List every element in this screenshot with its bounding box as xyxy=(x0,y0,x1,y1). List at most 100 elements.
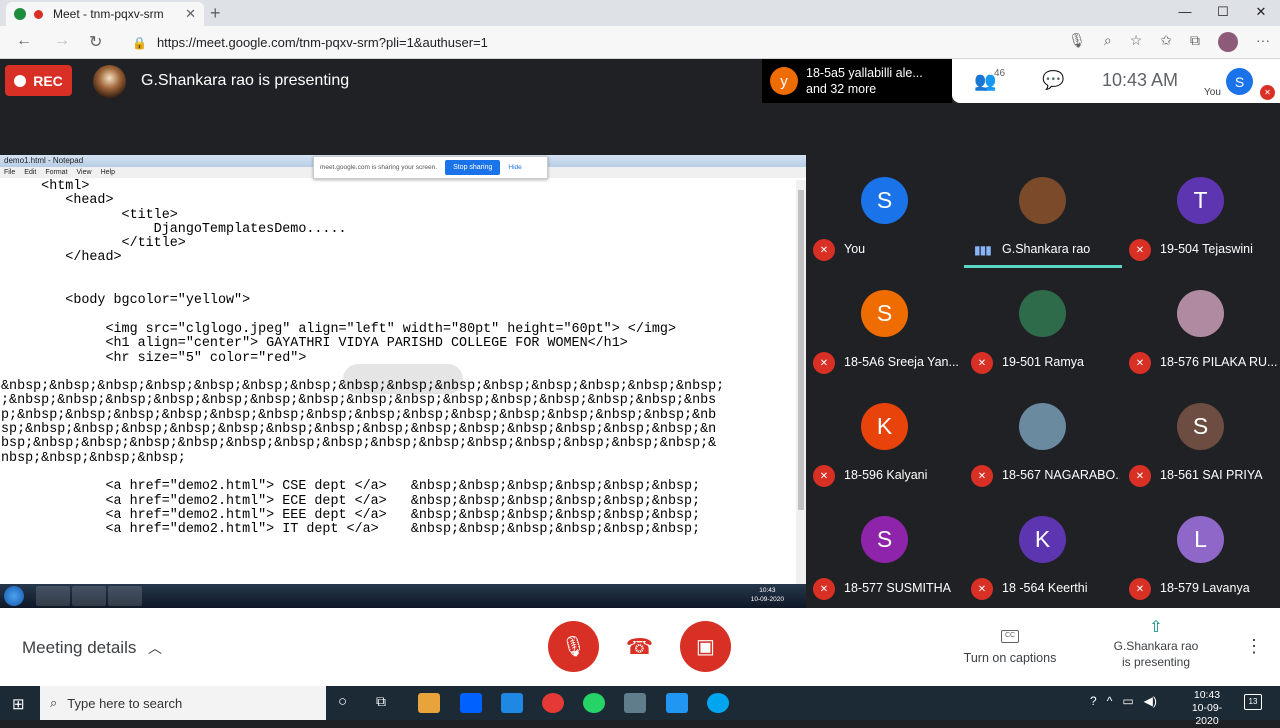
windows-start-icon[interactable]: ⊞ xyxy=(12,695,25,713)
participant-name: 18-5A6 Sreeja Yan... xyxy=(844,355,959,369)
join-text: 18-5a5 yallabilli ale... and 32 more xyxy=(806,65,923,97)
join-notification[interactable]: y 18-5a5 yallabilli ale... and 32 more xyxy=(762,59,952,103)
recording-badge[interactable]: REC xyxy=(5,65,72,96)
maximize-icon[interactable]: ☐ xyxy=(1204,0,1242,26)
camera-toggle-button[interactable]: ▣ xyxy=(680,621,731,672)
participant-tile[interactable]: K ✕ 18-596 Kalyani xyxy=(806,381,964,494)
meeting-details-button[interactable]: Meeting details xyxy=(22,638,136,658)
participant-tile[interactable]: ✕ 18-567 NAGARABO... xyxy=(964,381,1122,494)
captions-icon: CC xyxy=(1001,630,1019,643)
media-icon[interactable] xyxy=(624,693,646,713)
leave-call-button[interactable]: ☎ xyxy=(614,621,665,672)
shared-clock: 10:43 10-09-2020 xyxy=(751,586,784,604)
close-tab-icon[interactable]: ✕ xyxy=(185,6,196,22)
address-bar-row: ← → ↻ 🔒 https://meet.google.com/tnm-pqxv… xyxy=(0,26,1280,59)
presenting-status: G.Shankara rao is presenting xyxy=(141,72,350,89)
browser-tab[interactable]: Meet - tnm-pqxv-srm ✕ xyxy=(6,2,204,26)
participant-name: 18-567 NAGARABO... xyxy=(1002,468,1120,482)
participant-avatar: S xyxy=(1177,403,1224,450)
cortana-icon[interactable]: ○ xyxy=(338,693,360,713)
notifications-icon[interactable]: 13 xyxy=(1244,694,1262,710)
participant-tile[interactable]: S ✕ 18-577 SUSMITHA xyxy=(806,494,964,607)
volume-icon[interactable]: ◀) xyxy=(1144,694,1157,708)
url-field[interactable]: 🔒 https://meet.google.com/tnm-pqxv-srm?p… xyxy=(120,30,1120,55)
collections-icon[interactable]: ⧉ xyxy=(1190,32,1200,52)
menu-file: File xyxy=(4,169,16,176)
close-window-icon[interactable]: ✕ xyxy=(1242,0,1280,26)
code-line: <title> xyxy=(1,207,178,223)
forward-icon[interactable]: → xyxy=(54,32,70,50)
zoom-icon[interactable]: ⌕ xyxy=(1104,32,1112,52)
favorites-icon[interactable]: ✩ xyxy=(1160,32,1172,52)
chat-icon[interactable]: 💬 xyxy=(1042,70,1064,91)
participant-tile[interactable]: ▮▮▮ G.Shankara rao xyxy=(964,155,1122,268)
presentation-overlay xyxy=(343,364,463,394)
shared-time: 10:43 xyxy=(759,587,776,594)
participant-name: 19-501 Ramya xyxy=(1002,355,1084,369)
participant-tile[interactable]: S ✕ 18-5A6 Sreeja Yan... xyxy=(806,268,964,381)
taskbar-chrome-icon xyxy=(36,586,70,606)
participant-avatar: K xyxy=(861,403,908,450)
join-avatar: y xyxy=(770,67,798,95)
participant-name: 18-576 PILAKA RU... xyxy=(1160,355,1278,369)
refresh-icon[interactable]: ↻ xyxy=(89,32,102,52)
participant-tile[interactable]: S ✕ 18-561 SAI PRIYA xyxy=(1122,381,1280,494)
profile-avatar[interactable] xyxy=(1218,32,1238,52)
dropbox-icon[interactable] xyxy=(460,693,482,713)
system-tray: ? ^ ▭ ◀) xyxy=(1090,694,1157,708)
mic-toggle-button[interactable]: 🎙 xyxy=(548,621,599,672)
code-line: sp;&nbsp;&nbsp;&nbsp;&nbsp;&nbsp;&nbsp;&… xyxy=(1,422,717,438)
participant-tile[interactable]: T ✕ 19-504 Tejaswini xyxy=(1122,155,1280,268)
participant-tile[interactable]: S ✕ You xyxy=(806,155,964,268)
participant-tile[interactable]: ✕ 18-576 PILAKA RU... xyxy=(1122,268,1280,381)
windows-date: 10-09-2020 xyxy=(1191,702,1223,727)
taskbar-search[interactable]: ⌕ Type here to search xyxy=(40,686,326,720)
lock-icon[interactable]: 🔒 xyxy=(132,36,147,50)
participant-avatar: K xyxy=(1019,516,1066,563)
edge-icon[interactable] xyxy=(707,693,729,713)
more-options-icon[interactable]: ⋮ xyxy=(1245,636,1263,657)
menu-format: Format xyxy=(45,169,68,176)
participant-tile[interactable]: ✕ 19-501 Ramya xyxy=(964,268,1122,381)
help-icon[interactable]: ? xyxy=(1090,694,1097,708)
code-line: <body bgcolor="yellow"> xyxy=(1,293,251,309)
meet-top-bar: REC G.Shankara rao is presenting y 18-5a… xyxy=(0,59,1280,155)
mail-icon[interactable] xyxy=(666,693,688,713)
task-view-icon[interactable]: ⧉ xyxy=(376,693,398,713)
back-icon[interactable]: ← xyxy=(16,32,32,50)
mic-off-icon: ✕ xyxy=(813,239,835,261)
captions-button[interactable]: CC Turn on captions xyxy=(960,626,1060,665)
people-count: 46 xyxy=(994,68,1006,79)
settings-more-icon[interactable]: ··· xyxy=(1256,32,1270,52)
code-line: <h1 align="center"> GAYATHRI VIDYA PARIS… xyxy=(1,336,628,352)
participant-name: 18-561 SAI PRIYA xyxy=(1160,468,1263,482)
store-icon[interactable] xyxy=(418,693,440,713)
meet-info-bar: 👥 46 💬 10:43 AM S You ✕ xyxy=(952,59,1280,103)
participant-tile[interactable]: L ✕ 18-579 Lavanya xyxy=(1122,494,1280,607)
minimize-icon[interactable]: — xyxy=(1166,0,1204,26)
app-blue-icon[interactable] xyxy=(501,693,523,713)
participant-name: 18-596 Kalyani xyxy=(844,468,928,482)
chevron-up-icon[interactable]: ︿ xyxy=(148,638,162,658)
self-avatar[interactable]: S xyxy=(1226,68,1253,95)
code-line: <head> xyxy=(1,193,114,209)
windows-clock[interactable]: 10:43 10-09-2020 xyxy=(1182,689,1232,728)
whatsapp-icon[interactable] xyxy=(583,693,605,713)
sharing-notice-text: meet.google.com is sharing your screen. xyxy=(320,164,438,171)
participant-avatar xyxy=(1019,290,1066,337)
favorite-star-icon[interactable]: ☆ xyxy=(1130,32,1143,52)
presenting-button[interactable]: ⇧ G.Shankara rao is presenting xyxy=(1106,620,1206,670)
browser-toolbar: 🎙 ⌕ ☆ ✩ ⧉ ··· xyxy=(1068,32,1270,52)
participant-tile[interactable]: K ✕ 18 -564 Keerthi xyxy=(964,494,1122,607)
participant-grid: S ✕ You ▮▮▮ G.Shankara rao T ✕ 19-504 Tejaswini… xyxy=(806,155,1280,608)
shared-date: 10-09-2020 xyxy=(750,596,784,603)
tray-expand-icon[interactable]: ^ xyxy=(1107,694,1113,708)
chrome-icon[interactable] xyxy=(542,693,564,713)
network-icon[interactable]: ▭ xyxy=(1122,694,1133,708)
mic-off-icon: ✕ xyxy=(1129,239,1151,261)
hide-button: Hide xyxy=(508,164,522,171)
participant-avatar: S xyxy=(861,177,908,224)
new-tab-button[interactable]: + xyxy=(210,3,221,24)
microphone-icon[interactable]: 🎙 xyxy=(1068,32,1086,52)
